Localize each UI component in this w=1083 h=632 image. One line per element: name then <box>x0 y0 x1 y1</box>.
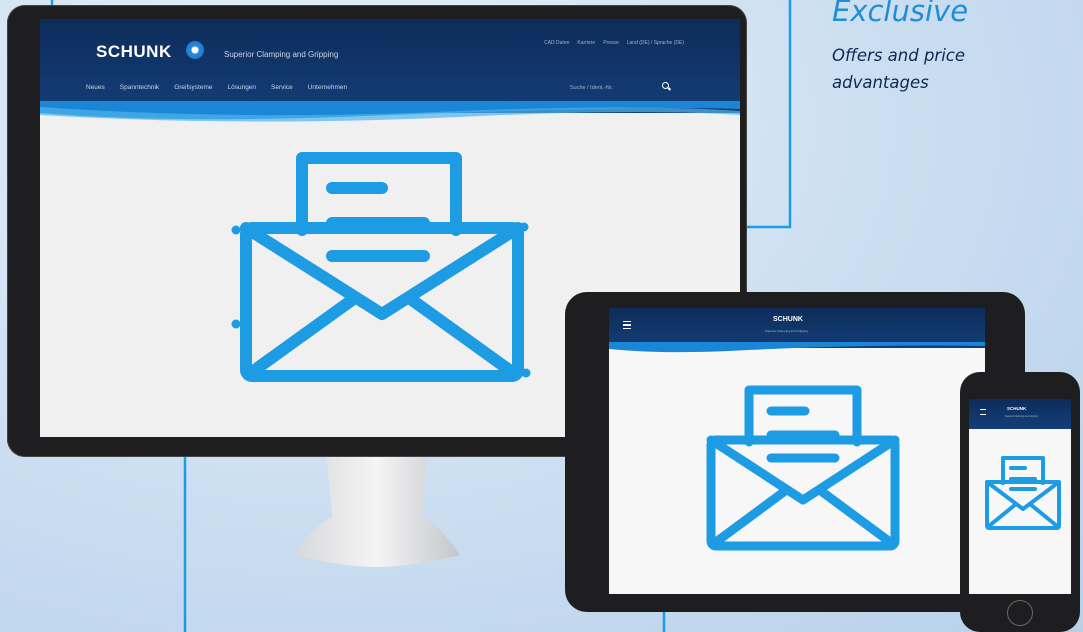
callout-body: Offers and price advantages <box>832 46 966 92</box>
top-nav-karriere[interactable]: Karriere <box>577 40 595 46</box>
monitor-stand <box>294 457 460 567</box>
envelope-open-letter-icon <box>240 152 524 382</box>
tablet-brand-tagline: Superior Clamping and Gripping <box>765 329 808 333</box>
phone-screen: SCHUNK Superior Clamping and Gripping <box>969 399 1071 594</box>
search-icon[interactable] <box>662 82 669 89</box>
top-nav-cad[interactable]: CAD Daten <box>544 40 569 46</box>
brand-logo[interactable]: SCHUNK <box>96 42 172 62</box>
smartphone-device: SCHUNK Superior Clamping and Gripping <box>960 372 1080 632</box>
nav-item-loesungen[interactable]: Lösungen <box>227 84 256 91</box>
brand-tagline: Superior Clamping and Gripping <box>224 50 339 59</box>
nav-item-spanntechnik[interactable]: Spanntechnik <box>120 84 159 91</box>
envelope-open-letter-icon <box>706 385 900 551</box>
nav-item-service[interactable]: Service <box>271 84 293 91</box>
phone-brand-logo[interactable]: SCHUNK <box>1007 406 1026 411</box>
tablet-device: SCHUNK Superior Clamping and Gripping <box>565 292 1025 612</box>
menu-icon[interactable] <box>623 321 631 329</box>
nav-item-neues[interactable]: Neues <box>86 84 105 91</box>
tablet-screen: SCHUNK Superior Clamping and Gripping <box>609 308 985 594</box>
envelope-open-letter-icon <box>985 456 1061 530</box>
phone-site-header: SCHUNK Superior Clamping and Gripping <box>969 399 1071 429</box>
tablet-brand-logo[interactable]: SCHUNK <box>773 316 803 323</box>
callout-title: Exclusive <box>832 0 969 28</box>
search-input[interactable]: Suche / Ident.-Nr. <box>570 85 613 91</box>
header-accent-stripe <box>40 101 740 122</box>
main-nav: Neues Spanntechnik Greifsysteme Lösungen… <box>86 84 347 91</box>
brand-logo-mark-icon <box>186 41 204 59</box>
nav-item-greifsysteme[interactable]: Greifsysteme <box>174 84 212 91</box>
top-nav-presse[interactable]: Presse <box>603 40 619 46</box>
site-header: SCHUNK Superior Clamping and Gripping CA… <box>40 19 740 113</box>
top-nav-language[interactable]: Land (DE) / Sprache (DE) <box>627 40 684 46</box>
tablet-header-stripe <box>609 342 985 353</box>
menu-icon[interactable] <box>980 409 986 415</box>
home-button[interactable] <box>1007 600 1033 626</box>
nav-item-unternehmen[interactable]: Unternehmen <box>308 84 347 91</box>
phone-brand-tagline: Superior Clamping and Gripping <box>1005 416 1038 418</box>
top-nav: CAD Daten Karriere Presse Land (DE) / Sp… <box>544 40 684 46</box>
